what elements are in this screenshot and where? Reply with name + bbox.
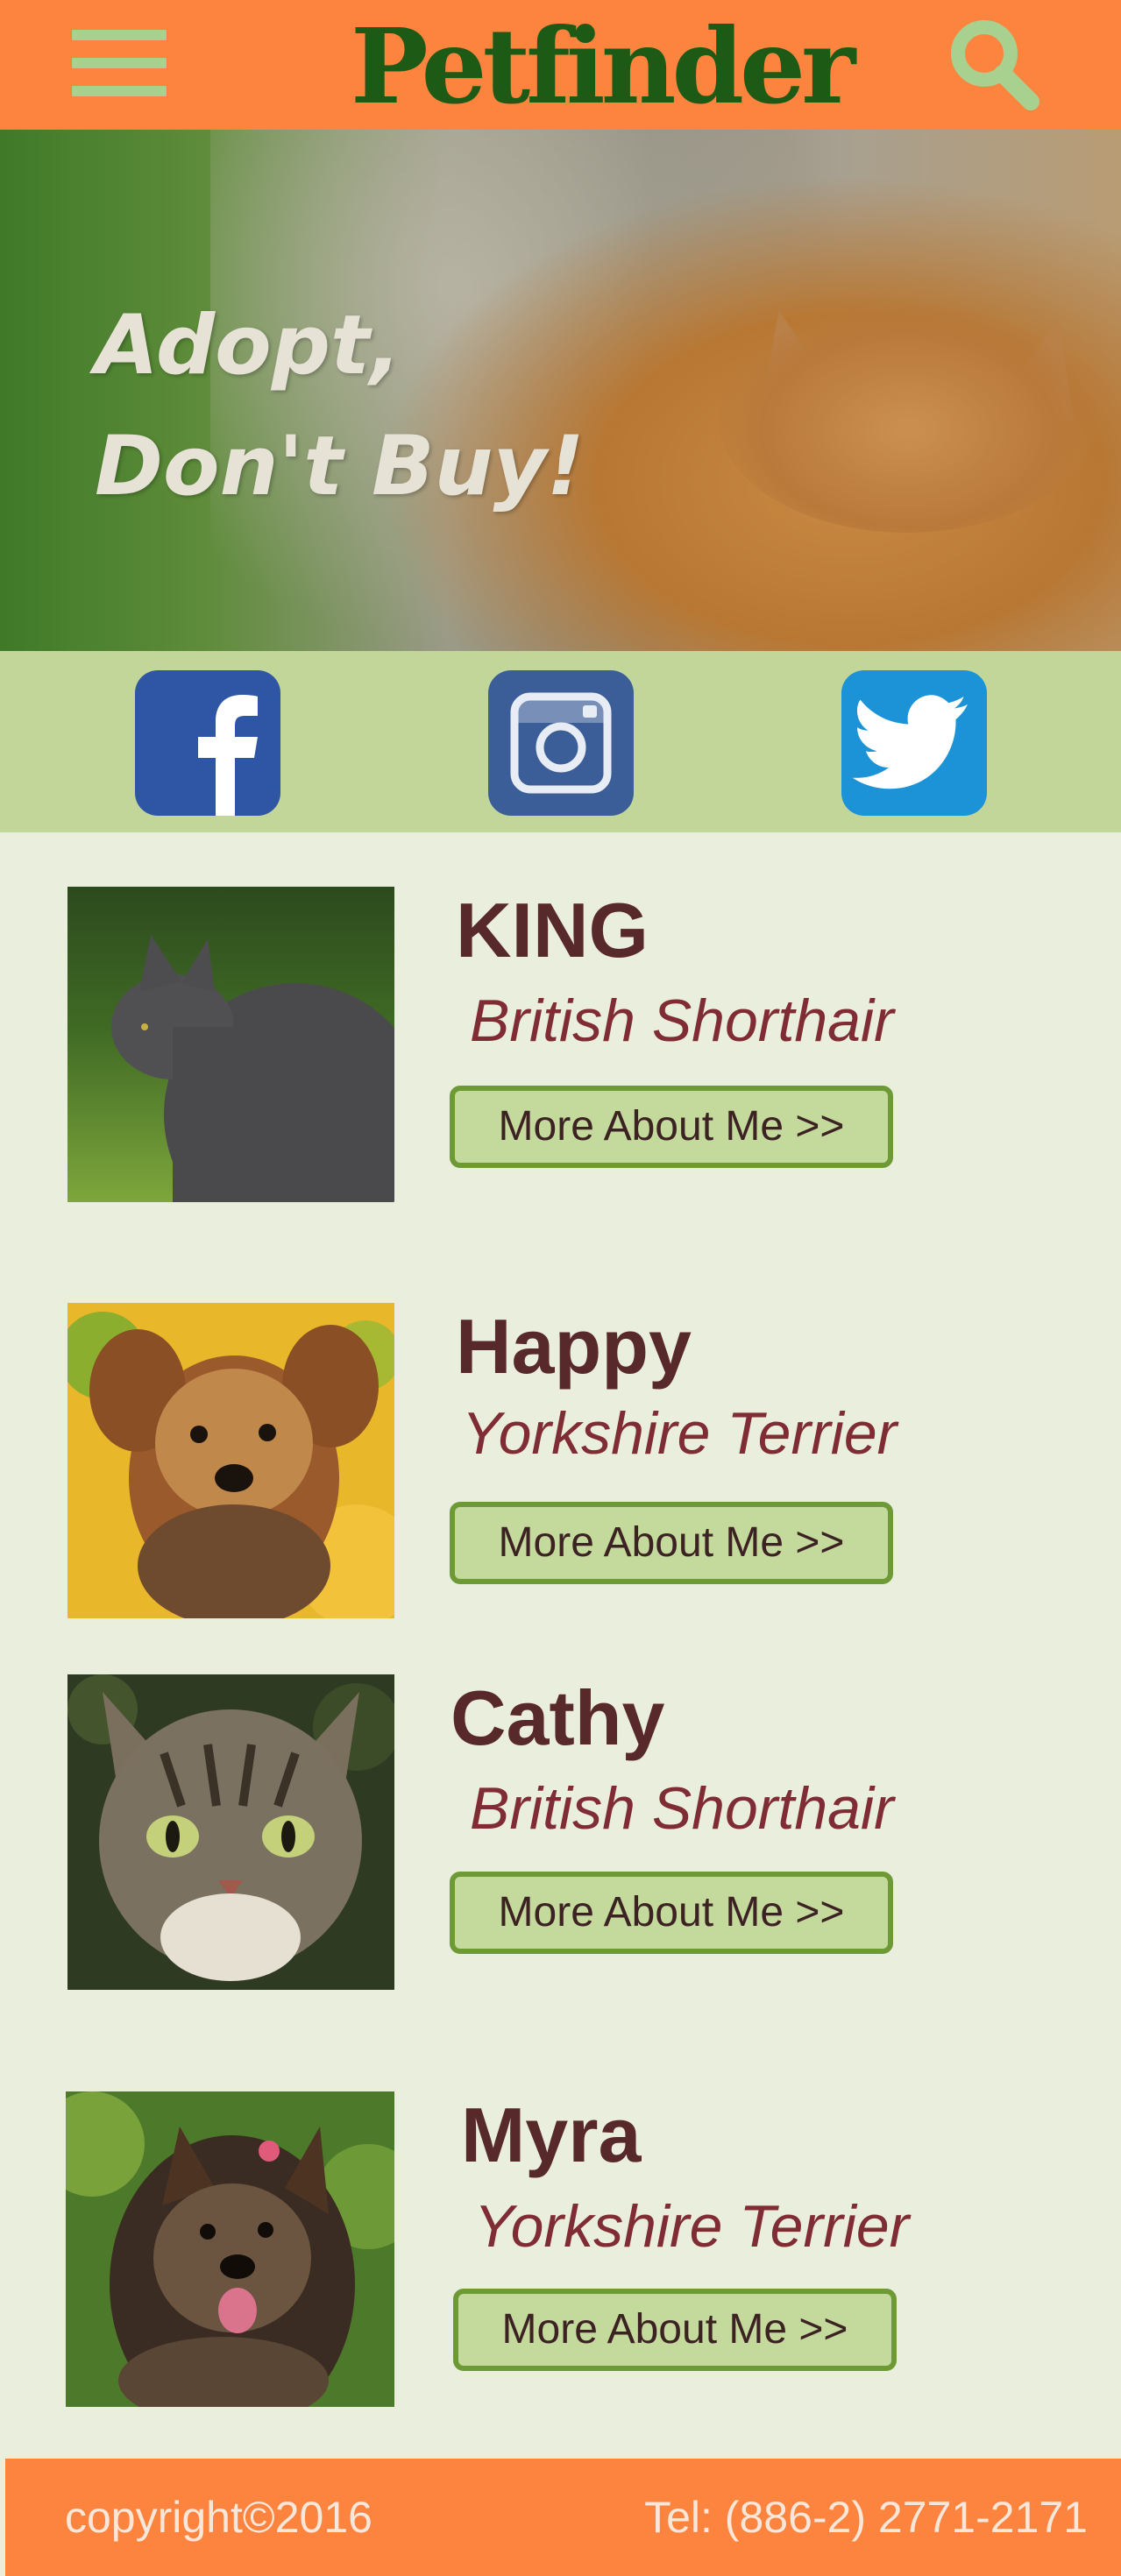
cat-head-illustration <box>719 305 1096 533</box>
pet-photo-cathy[interactable] <box>67 1674 394 1990</box>
petfinder-logo[interactable]: Petfinder <box>351 5 855 128</box>
pet-photo-king[interactable] <box>67 887 394 1202</box>
pet-card: Cathy British Shorthair More About Me >> <box>0 1674 1121 1990</box>
search-icon[interactable] <box>945 14 1041 112</box>
facebook-button[interactable] <box>135 670 280 816</box>
more-about-me-button[interactable]: More About Me >> <box>450 1086 893 1168</box>
yorkshire-terrier-photo <box>67 1303 394 1618</box>
social-bar <box>0 651 1121 832</box>
pet-name: KING <box>456 887 649 973</box>
pet-breed: British Shorthair <box>470 1775 894 1842</box>
pet-card: Myra Yorkshire Terrier More About Me >> <box>0 2091 1121 2407</box>
pet-photo-happy[interactable] <box>67 1303 394 1618</box>
phone-number[interactable]: Tel: (886-2) 2771-2171 <box>644 2459 1088 2576</box>
instagram-icon <box>510 692 612 794</box>
gray-cat-photo <box>67 887 394 1202</box>
twitter-icon <box>852 695 968 789</box>
hero-slogan: Adopt, Don't Buy! <box>95 286 585 527</box>
top-bar: Petfinder <box>0 0 1121 130</box>
more-about-me-button[interactable]: More About Me >> <box>453 2289 897 2371</box>
facebook-icon <box>198 695 258 816</box>
pet-card: KING British Shorthair More About Me >> <box>0 887 1121 1202</box>
tabby-cat-photo <box>67 1674 394 1990</box>
pet-breed: British Shorthair <box>470 987 894 1054</box>
instagram-button[interactable] <box>488 670 634 816</box>
twitter-button[interactable] <box>841 670 987 816</box>
pet-breed: Yorkshire Terrier <box>462 1400 898 1467</box>
hero-slogan-line2: Don't Buy! <box>95 419 585 514</box>
copyright-text: copyright©2016 <box>65 2493 372 2542</box>
pet-name: Cathy <box>451 1674 665 1761</box>
yorkshire-terrier-photo <box>66 2091 394 2407</box>
hero-banner: Adopt, Don't Buy! <box>0 130 1121 651</box>
pet-photo-myra[interactable] <box>66 2091 394 2407</box>
pet-breed: Yorkshire Terrier <box>474 2193 910 2260</box>
hero-slogan-line1: Adopt, <box>95 298 401 393</box>
footer: copyright©2016 Tel: (886-2) 2771-2171 <box>5 2459 1121 2576</box>
more-about-me-button[interactable]: More About Me >> <box>450 1872 893 1954</box>
pet-name: Myra <box>461 2091 642 2178</box>
pet-name: Happy <box>456 1303 692 1390</box>
hamburger-menu-icon[interactable] <box>72 30 167 96</box>
more-about-me-button[interactable]: More About Me >> <box>450 1502 893 1584</box>
pet-card: Happy Yorkshire Terrier More About Me >> <box>0 1303 1121 1618</box>
